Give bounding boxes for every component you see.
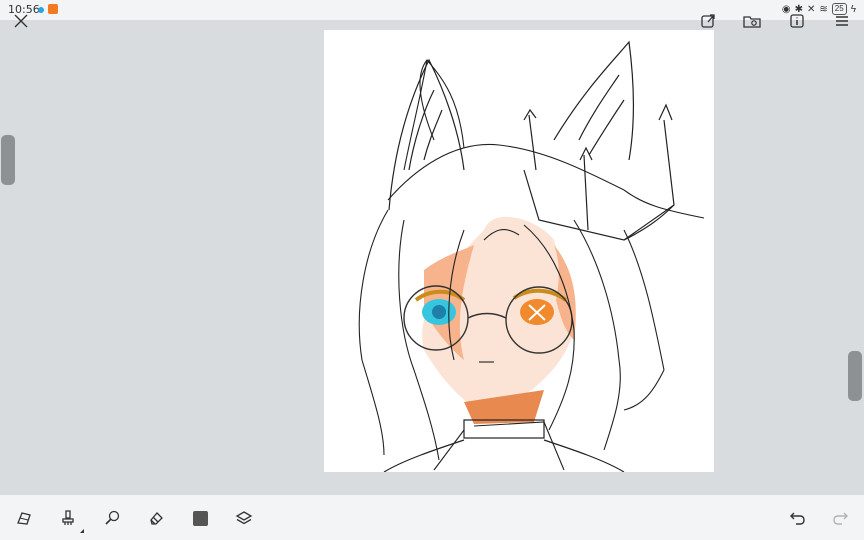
redo-icon — [833, 512, 848, 525]
undo-icon — [790, 512, 805, 525]
drawing-canvas[interactable] — [324, 30, 714, 472]
eraser-tool-icon — [150, 512, 163, 525]
brush-options-indicator — [80, 529, 84, 533]
canvas-area[interactable] — [0, 30, 864, 494]
right-ear — [553, 40, 635, 161]
info-icon — [790, 14, 804, 28]
color-swatch-button[interactable] — [185, 503, 215, 533]
brush-tool-icon — [62, 510, 74, 525]
collar — [383, 419, 625, 472]
more-button[interactable] — [828, 7, 856, 35]
layers-icon — [235, 511, 253, 525]
eraser-tool[interactable] — [141, 503, 171, 533]
smudge-tool[interactable] — [97, 503, 127, 533]
crown — [523, 103, 675, 241]
close-icon — [14, 14, 28, 28]
gallery-button[interactable] — [738, 7, 766, 35]
selection-tool[interactable] — [9, 503, 39, 533]
smudge-tool-icon — [105, 510, 120, 525]
more-icon — [836, 16, 848, 26]
right-panel-handle[interactable] — [848, 351, 862, 401]
gallery-icon — [743, 16, 761, 28]
redo-button[interactable] — [825, 503, 855, 533]
info-button[interactable] — [783, 7, 811, 35]
undo-button[interactable] — [783, 503, 813, 533]
brush-tool[interactable] — [53, 503, 84, 533]
color-swatch — [192, 510, 208, 526]
left-panel-handle[interactable] — [1, 135, 15, 185]
export-icon — [701, 14, 715, 28]
layers-button[interactable] — [229, 503, 259, 533]
close-button[interactable] — [7, 7, 35, 35]
bottom-toolbar — [0, 495, 864, 540]
artwork-drawing — [358, 40, 705, 472]
selection-tool-icon — [17, 512, 31, 525]
